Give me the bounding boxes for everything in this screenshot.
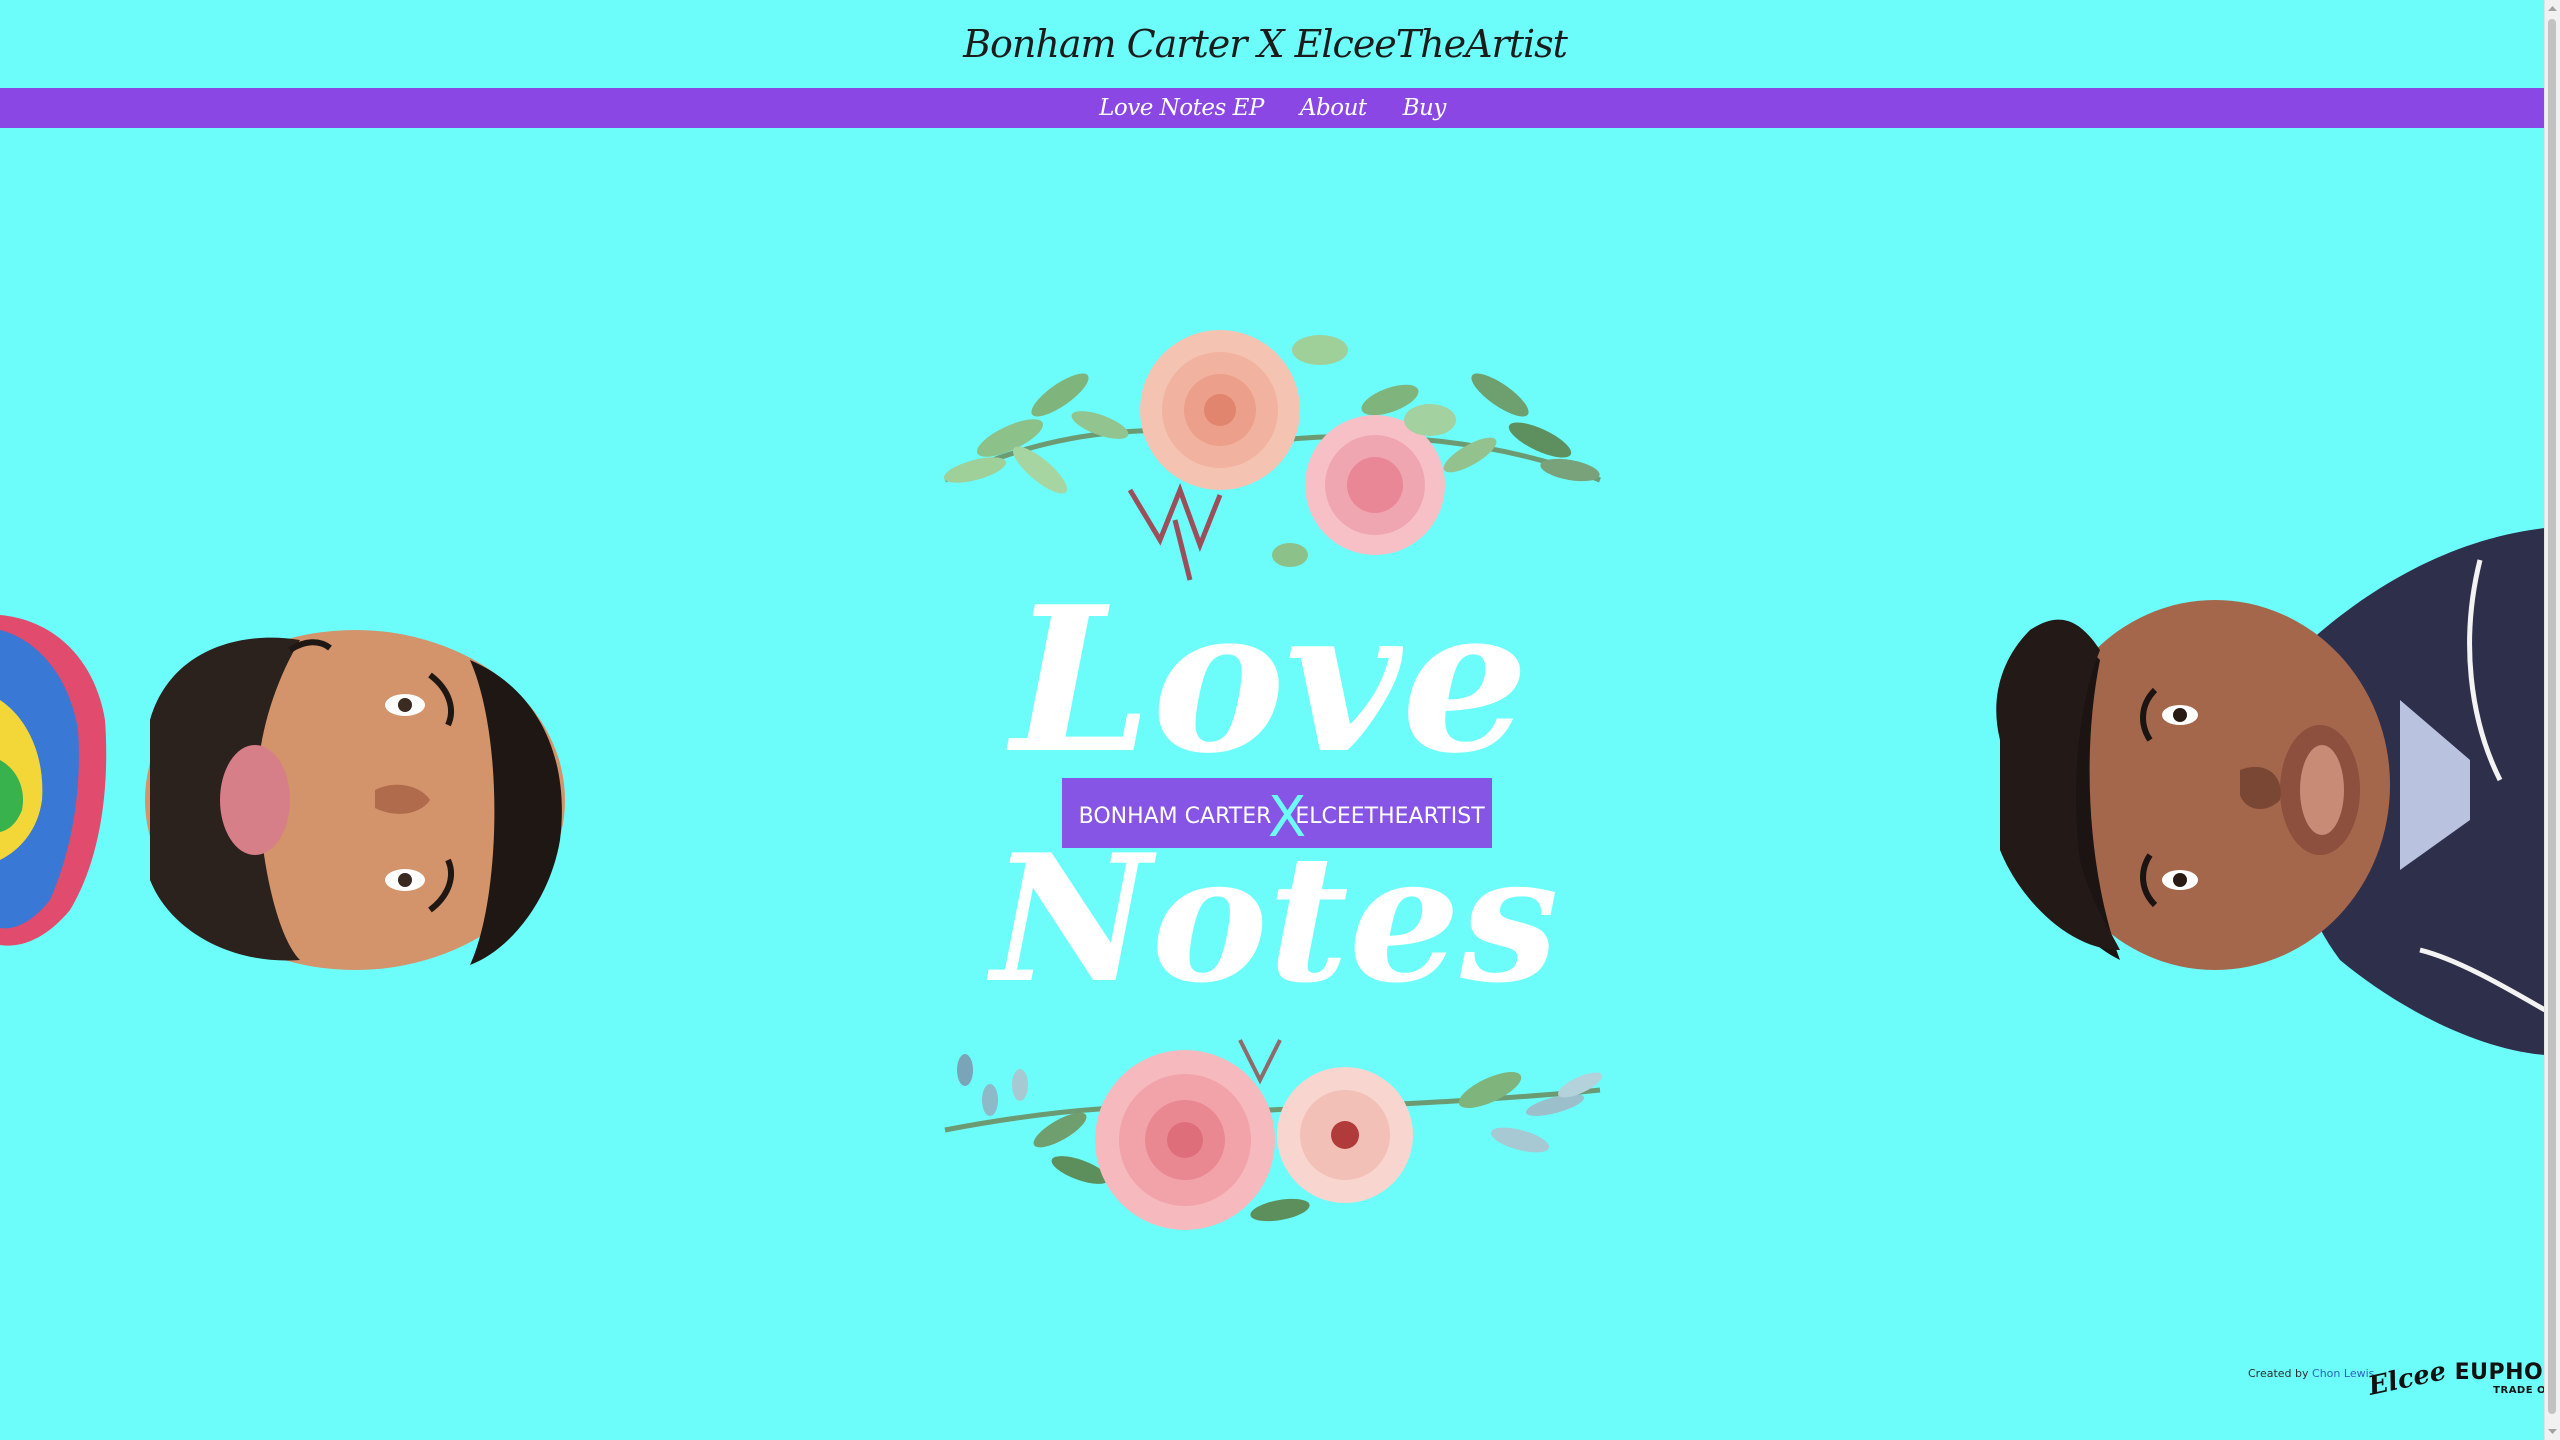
scrollbar-thumb[interactable] xyxy=(2548,19,2556,1414)
scroll-down-arrow-icon[interactable] xyxy=(2545,1423,2560,1440)
top-floral-wreath xyxy=(943,330,1601,581)
nav-about[interactable]: About xyxy=(1300,95,1367,121)
hero-artwork: Love BONHAM CARTER X ELCEETHEARTIST Note… xyxy=(0,330,2545,1230)
hero-title-love: Love xyxy=(1006,563,1528,798)
left-portrait xyxy=(0,615,565,970)
nav-buy[interactable]: Buy xyxy=(1403,95,1447,121)
hero-title-notes: Notes xyxy=(986,817,1558,1022)
vertical-scrollbar[interactable] xyxy=(2544,0,2560,1440)
site-title: Bonham Carter X ElceeTheArtist xyxy=(963,22,1568,66)
right-portrait xyxy=(1996,528,2545,1055)
credit-prefix: Created by xyxy=(2248,1367,2309,1380)
elcee-logo[interactable]: Elcee xyxy=(2366,1356,2449,1402)
nav-love-notes-ep[interactable]: Love Notes EP xyxy=(1099,95,1264,121)
main-navigation: Love Notes EP About Buy xyxy=(0,88,2545,128)
footer-credit: Created by Chon Lewis xyxy=(2248,1367,2374,1380)
bottom-floral-wreath xyxy=(944,1039,1603,1230)
footer-logos: Elcee EUPHONY TRADE ORDER xyxy=(2366,1356,2560,1402)
scroll-up-arrow-icon[interactable] xyxy=(2545,0,2560,17)
